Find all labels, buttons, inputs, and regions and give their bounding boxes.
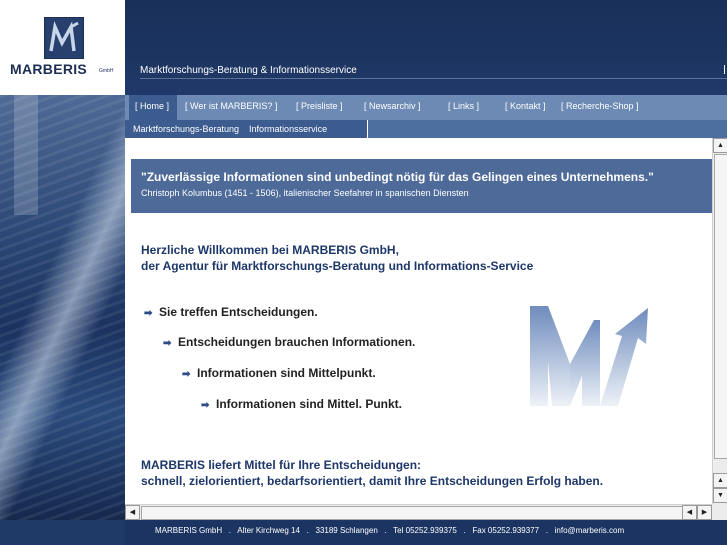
bullet-item: ➡ Informationen sind Mittelpunkt. xyxy=(182,366,376,380)
arrow-left-icon[interactable]: ◀ xyxy=(682,505,697,520)
nav-preisliste[interactable]: [ Preisliste ] xyxy=(296,101,343,111)
header-divider xyxy=(140,78,727,79)
tagline: Marktforschungs-Beratung & Informationss… xyxy=(140,65,357,76)
bullet-item: ➡ Sie treffen Entscheidungen. xyxy=(144,305,318,319)
main-navigation: [ Home ] [ Wer ist MARBERIS? ] [ Preisli… xyxy=(125,95,727,120)
sub-nav-text: Marktforschungs-Beratung Informationsser… xyxy=(133,124,328,134)
logo-suffix: GmbH xyxy=(99,68,114,74)
nav-kontakt[interactable]: [ Kontakt ] xyxy=(505,101,546,111)
scrollbar-corner xyxy=(712,504,727,520)
logo-text: MARBERIS xyxy=(10,61,88,77)
quote-text: "Zuverlässige Informationen sind unbedin… xyxy=(141,170,654,184)
arrow-right-icon: ➡ xyxy=(144,308,153,319)
footer-left-panel xyxy=(0,520,125,545)
arrow-right-icon: ➡ xyxy=(201,400,210,411)
horizontal-scrollbar[interactable]: ◀ ◀ ▶ xyxy=(125,504,712,521)
footer-contact-info: MARBERIS GmbH . Alter Kirchweg 14 . 3318… xyxy=(155,526,625,535)
vertical-scrollbar[interactable]: ▲ ▲ ▼ xyxy=(712,138,727,504)
vertical-scroll-thumb[interactable] xyxy=(714,154,727,459)
nav-recherche-shop[interactable]: [ Recherche-Shop ] xyxy=(561,101,639,111)
bullet-item: ➡ Informationen sind Mittel. Punkt. xyxy=(201,397,402,411)
bullet-text: Entscheidungen brauchen Informationen. xyxy=(178,335,416,349)
marberis-m-graphic-icon xyxy=(530,306,650,411)
main-content: "Zuverlässige Informationen sind unbedin… xyxy=(125,138,712,504)
quote-box: "Zuverlässige Informationen sind unbedin… xyxy=(131,159,712,213)
decorative-keyboard-photo xyxy=(0,95,125,520)
nav-home[interactable]: [ Home ] xyxy=(135,101,169,111)
footer: MARBERIS GmbH . Alter Kirchweg 14 . 3318… xyxy=(125,520,727,545)
bullet-text: Informationen sind Mittelpunkt. xyxy=(197,366,376,380)
arrow-right-icon: ➡ xyxy=(182,369,191,380)
closing-line1: MARBERIS liefert Mittel für Ihre Entsche… xyxy=(141,458,422,472)
arrow-up-icon[interactable]: ▲ xyxy=(713,138,727,153)
header-band: Marktforschungs-Beratung & Informationss… xyxy=(125,0,727,95)
marberis-m-logo-icon xyxy=(44,17,84,59)
photo-highlight xyxy=(14,95,38,215)
quote-author: Christoph Kolumbus (1451 - 1506), italie… xyxy=(141,188,469,198)
sub-nav-panel: Marktforschungs-Beratung Informationsser… xyxy=(125,120,368,138)
arrow-right-icon[interactable]: ▶ xyxy=(697,505,712,520)
arrow-down-icon[interactable]: ▼ xyxy=(713,488,727,503)
arrow-right-icon: ➡ xyxy=(163,338,172,349)
bullet-text: Informationen sind Mittel. Punkt. xyxy=(216,397,402,411)
sub-navigation: Marktforschungs-Beratung Informationsser… xyxy=(125,120,727,138)
closing-line2: schnell, zielorientiert, bedarfsorientie… xyxy=(141,474,604,488)
nav-wer-ist-marberis[interactable]: [ Wer ist MARBERIS? ] xyxy=(185,101,277,111)
horizontal-scroll-thumb[interactable] xyxy=(141,506,686,520)
bullet-item: ➡ Entscheidungen brauchen Informationen. xyxy=(163,335,415,349)
arrow-up-icon[interactable]: ▲ xyxy=(713,473,727,488)
nav-links[interactable]: [ Links ] xyxy=(448,101,479,111)
arrow-left-icon[interactable]: ◀ xyxy=(125,505,140,520)
header-tick xyxy=(724,65,725,74)
bullet-text: Sie treffen Entscheidungen. xyxy=(159,305,318,319)
logo-area[interactable]: MARBERIS GmbH xyxy=(0,0,125,95)
nav-newsarchiv[interactable]: [ Newsarchiv ] xyxy=(364,101,421,111)
welcome-heading-line2: der Agentur für Marktforschungs-Beratung… xyxy=(141,259,534,273)
welcome-heading-line1: Herzliche Willkommen bei MARBERIS GmbH, xyxy=(141,243,399,257)
